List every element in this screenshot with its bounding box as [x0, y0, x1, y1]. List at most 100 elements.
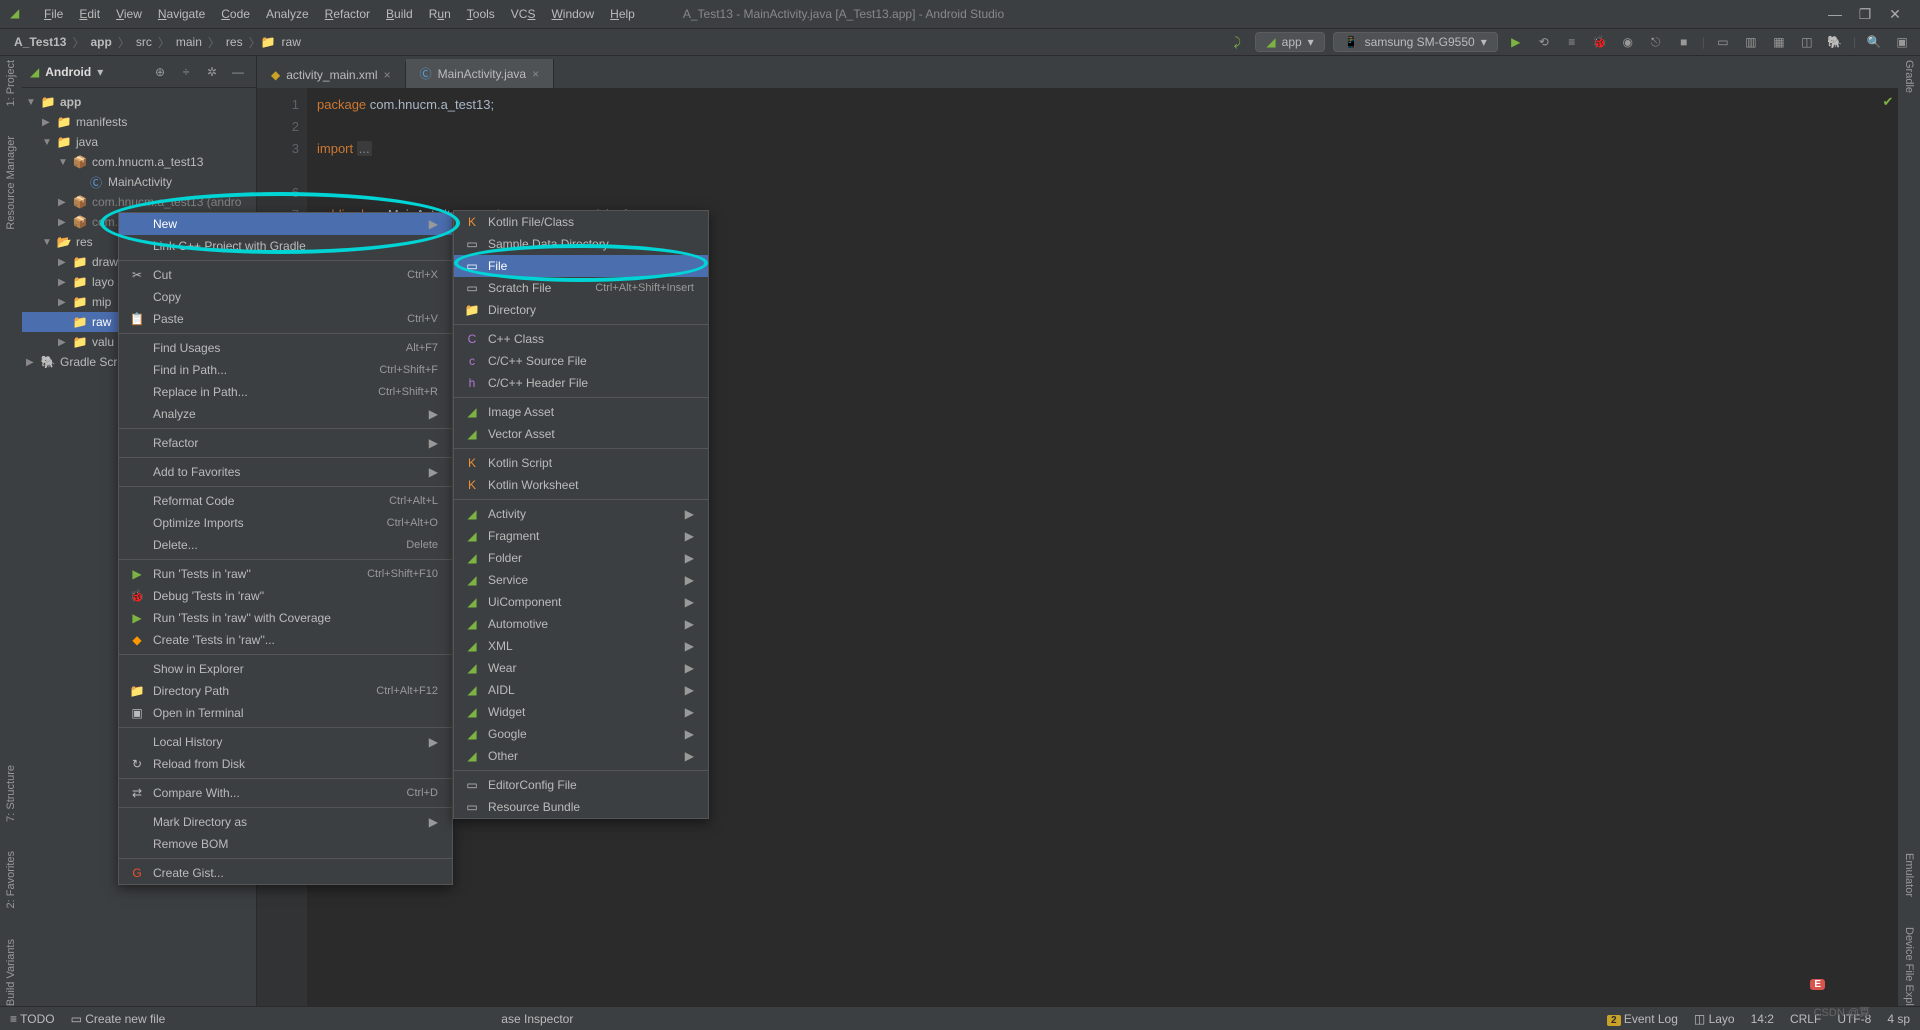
apply-changes-icon[interactable]: ⟲	[1534, 32, 1554, 52]
locate-icon[interactable]: ⊕	[150, 62, 170, 82]
menu-item[interactable]: ◢Folder▶	[454, 547, 708, 569]
tool-build-variants[interactable]: Build Variants	[5, 939, 17, 1006]
tree-pkg-android[interactable]: ▶📦com.hnucm.a_test13 (andro	[22, 192, 256, 212]
crumb-5[interactable]: raw	[276, 33, 307, 51]
menu-item[interactable]: KKotlin File/Class	[454, 211, 708, 233]
menu-window[interactable]: Window	[543, 7, 602, 21]
settings-icon[interactable]: ▣	[1892, 32, 1912, 52]
gear-icon[interactable]: ✲	[202, 62, 222, 82]
menu-item[interactable]: Delete...Delete	[119, 534, 452, 556]
menu-code[interactable]: Code	[213, 7, 258, 21]
menu-item[interactable]: Find UsagesAlt+F7	[119, 337, 452, 359]
crumb-0[interactable]: A_Test13	[8, 33, 72, 51]
menu-item[interactable]: ◢Fragment▶	[454, 525, 708, 547]
menu-run[interactable]: Run	[421, 7, 459, 21]
menu-item[interactable]: ▭Sample Data Directory	[454, 233, 708, 255]
search-icon[interactable]: 🔍	[1864, 32, 1884, 52]
menu-item[interactable]: Analyze▶	[119, 403, 452, 425]
menu-analyze[interactable]: Analyze	[258, 7, 317, 21]
menu-item[interactable]: Find in Path...Ctrl+Shift+F	[119, 359, 452, 381]
menu-item[interactable]: KKotlin Worksheet	[454, 474, 708, 496]
menu-item[interactable]: ▭Scratch FileCtrl+Alt+Shift+Insert	[454, 277, 708, 299]
menu-item[interactable]: ◢Service▶	[454, 569, 708, 591]
menu-item[interactable]: ▶Run 'Tests in 'raw''Ctrl+Shift+F10	[119, 563, 452, 585]
status-todo[interactable]: ≡ TODO	[10, 1012, 55, 1026]
run-icon[interactable]: ▶	[1506, 32, 1526, 52]
menu-item[interactable]: ◢Vector Asset	[454, 423, 708, 445]
menu-item[interactable]: ◢UiComponent▶	[454, 591, 708, 613]
hide-icon[interactable]: —	[228, 62, 248, 82]
menu-item[interactable]: Show in Explorer	[119, 658, 452, 680]
tree-pkg[interactable]: ▼📦com.hnucm.a_test13	[22, 152, 256, 172]
menu-edit[interactable]: Edit	[71, 7, 108, 21]
menu-view[interactable]: View	[108, 7, 150, 21]
menu-item[interactable]: ◢XML▶	[454, 635, 708, 657]
tool-device-file-explorer[interactable]: Device File Expl	[1903, 927, 1915, 1006]
menu-navigate[interactable]: Navigate	[150, 7, 213, 21]
close-icon[interactable]: ×	[384, 68, 391, 82]
menu-refactor[interactable]: Refactor	[317, 7, 378, 21]
menu-item[interactable]: ▶Run 'Tests in 'raw'' with Coverage	[119, 607, 452, 629]
close-icon[interactable]: ×	[532, 67, 539, 81]
menu-item[interactable]: 📁Directory PathCtrl+Alt+F12	[119, 680, 452, 702]
run-config-select[interactable]: ◢ app ▾	[1255, 32, 1324, 52]
menu-item[interactable]: CC++ Class	[454, 328, 708, 350]
menu-item[interactable]: ✂CutCtrl+X	[119, 264, 452, 286]
menu-item[interactable]: ⇄Compare With...Ctrl+D	[119, 782, 452, 804]
layout-inspector-icon[interactable]: ◫	[1797, 32, 1817, 52]
tool-gradle[interactable]: Gradle	[1903, 60, 1915, 93]
tool-resource-manager[interactable]: Resource Manager	[5, 136, 17, 230]
menu-item[interactable]: hC/C++ Header File	[454, 372, 708, 394]
resmgr-icon[interactable]: ▦	[1769, 32, 1789, 52]
crumb-3[interactable]: main	[170, 33, 208, 51]
menu-item[interactable]: ◢Widget▶	[454, 701, 708, 723]
sync-icon[interactable]: ⤸	[1227, 32, 1247, 52]
tab-java[interactable]: ⒸMainActivity.java×	[406, 59, 555, 88]
minimize-icon[interactable]: —	[1820, 6, 1850, 22]
menu-vcs[interactable]: VCS	[503, 7, 544, 21]
menu-item[interactable]: Add to Favorites▶	[119, 461, 452, 483]
tree-app[interactable]: ▼📁app	[22, 92, 256, 112]
menu-item[interactable]: Local History▶	[119, 731, 452, 753]
maximize-icon[interactable]: ❐	[1850, 6, 1880, 23]
tool-emulator[interactable]: Emulator	[1903, 853, 1915, 897]
sdk-icon[interactable]: ▥	[1741, 32, 1761, 52]
menu-build[interactable]: Build	[378, 7, 421, 21]
menu-item[interactable]: 📁Directory	[454, 299, 708, 321]
debug-icon[interactable]: 🐞	[1590, 32, 1610, 52]
crumb-4[interactable]: res	[220, 33, 249, 51]
menu-item[interactable]: ◢Automotive▶	[454, 613, 708, 635]
menu-item[interactable]: ◢Wear▶	[454, 657, 708, 679]
project-view-select[interactable]: Android	[45, 65, 91, 79]
filter-icon[interactable]: ÷	[176, 62, 196, 82]
menu-item[interactable]: KKotlin Script	[454, 452, 708, 474]
stop-icon[interactable]: ■	[1674, 32, 1694, 52]
sync-gradle-icon[interactable]: 🐘	[1825, 32, 1845, 52]
menu-item[interactable]: ▭Resource Bundle	[454, 796, 708, 818]
menu-item[interactable]: ▣Open in Terminal	[119, 702, 452, 724]
menu-item[interactable]: ↻Reload from Disk	[119, 753, 452, 775]
menu-item[interactable]: Optimize ImportsCtrl+Alt+O	[119, 512, 452, 534]
menu-item[interactable]: New▶	[119, 213, 452, 235]
menu-item[interactable]: ◢Activity▶	[454, 503, 708, 525]
menu-item[interactable]: ◢Image Asset	[454, 401, 708, 423]
tab-layout[interactable]: ◆activity_main.xml×	[257, 62, 406, 88]
attach-icon[interactable]: ⎋	[1646, 32, 1666, 52]
crumb-2[interactable]: src	[130, 33, 158, 51]
menu-item[interactable]: ◆Create 'Tests in 'raw''...	[119, 629, 452, 651]
crumb-1[interactable]: app	[85, 33, 118, 51]
tool-structure[interactable]: 7: Structure	[5, 765, 17, 822]
menu-item[interactable]: Mark Directory as▶	[119, 811, 452, 833]
tree-java[interactable]: ▼📁java	[22, 132, 256, 152]
menu-item[interactable]: ◢Other▶	[454, 745, 708, 767]
menu-item[interactable]: Reformat CodeCtrl+Alt+L	[119, 490, 452, 512]
menu-item[interactable]: ◢AIDL▶	[454, 679, 708, 701]
tree-mainactivity[interactable]: ⒸMainActivity	[22, 172, 256, 192]
menu-tools[interactable]: Tools	[459, 7, 503, 21]
avd-icon[interactable]: ▭	[1713, 32, 1733, 52]
status-dbinspector[interactable]: ase Inspector	[501, 1012, 573, 1026]
menu-file[interactable]: FFileile	[36, 7, 71, 21]
tool-favorites[interactable]: 2: Favorites	[5, 851, 17, 908]
status-layoutinsp[interactable]: ◫ Layo	[1694, 1012, 1735, 1026]
menu-help[interactable]: Help	[602, 7, 643, 21]
